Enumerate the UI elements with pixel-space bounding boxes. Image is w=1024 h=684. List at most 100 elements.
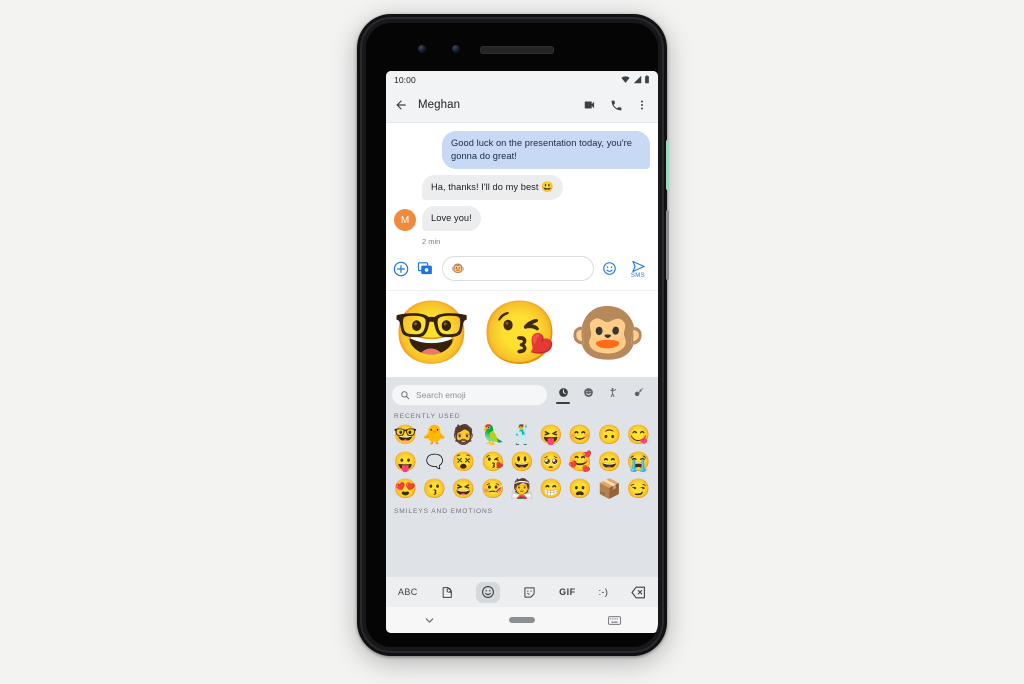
contact-name-title: Meghan xyxy=(418,99,461,111)
sticker-tab-icon-glyph xyxy=(524,586,535,598)
emoji-cell[interactable]: 🦜 xyxy=(479,423,506,448)
nerd-face-sleepy-sticker[interactable]: 🤓 xyxy=(388,303,476,365)
emoji-tab-icon[interactable] xyxy=(476,581,501,603)
emoji-cell[interactable]: 😘 xyxy=(479,450,506,475)
emoji-cell[interactable]: 🗨 xyxy=(421,450,448,475)
tab-food-drink[interactable] xyxy=(656,387,658,404)
message-bubble-incoming-2[interactable]: Love you! xyxy=(422,206,481,231)
emoji-cell[interactable]: 🤓 xyxy=(392,423,419,448)
emoji-cell[interactable]: 🧔 xyxy=(450,423,477,448)
emoji-row[interactable]: 😍 😗 😆 🤒 👰 😁 😦 📦 😏 xyxy=(390,477,654,502)
emoji-cell[interactable]: 😛 xyxy=(392,450,419,475)
emoji-cell[interactable]: 🙃 xyxy=(596,423,623,448)
front-camera-1-icon xyxy=(418,45,426,53)
screenshot-canvas: 10:00 Meghan Good luck on the presentati… xyxy=(0,0,1024,684)
volume-rocker-button[interactable] xyxy=(666,210,669,280)
emoji-icon[interactable] xyxy=(602,261,617,276)
back-arrow-icon[interactable] xyxy=(394,98,408,112)
keyboard-bottom-toolbar: ABC GIF:-) xyxy=(386,577,658,607)
send-icon[interactable] xyxy=(630,259,647,274)
message-row-incoming[interactable]: Ha, thanks! I'll do my best 😃 xyxy=(394,175,650,200)
video-call-icon[interactable] xyxy=(583,98,597,112)
tab-people[interactable] xyxy=(606,387,620,404)
emoji-cell[interactable]: 😗 xyxy=(421,477,448,502)
emoji-cell[interactable]: 🤒 xyxy=(479,477,506,502)
emoji-tab-icon-glyph xyxy=(482,586,495,598)
emoji-row[interactable]: 🤓 🐥 🧔 🦜 🕺 😝 😊 🙃 😋 xyxy=(390,423,654,448)
app-bar-actions xyxy=(583,98,648,112)
avatar[interactable]: M xyxy=(394,209,416,231)
message-timestamp: 2 min xyxy=(422,237,441,246)
animal-plant-icon xyxy=(634,387,643,396)
person-icon xyxy=(609,387,616,397)
earpiece-speaker xyxy=(480,46,554,54)
emoji-grid[interactable]: 🤓 🐥 🧔 🦜 🕺 😝 😊 🙃 😋 😛 🗨 😵 😘 😃 🥺 🥰 😄 😭 😍 😗 … xyxy=(386,423,658,504)
phone-device-frame: 10:00 Meghan Good luck on the presentati… xyxy=(357,14,669,656)
sticker-search-icon[interactable] xyxy=(441,586,454,599)
emoji-cell[interactable]: 🥺 xyxy=(538,450,565,475)
emoji-cell[interactable]: 😵 xyxy=(450,450,477,475)
emoji-cell[interactable]: 🐥 xyxy=(421,423,448,448)
emoji-row[interactable]: 😛 🗨 😵 😘 😃 🥺 🥰 😄 😭 xyxy=(390,450,654,475)
image-picker-icon[interactable] xyxy=(417,260,434,277)
add-circle-icon[interactable] xyxy=(393,261,409,277)
emoji-cell[interactable]: 😍 xyxy=(392,477,419,502)
gif-key[interactable]: GIF xyxy=(559,587,576,597)
backspace-key[interactable] xyxy=(631,586,646,599)
emoji-cell[interactable]: 😋 xyxy=(625,423,652,448)
emoji-cell[interactable]: 😊 xyxy=(567,423,594,448)
emoji-cell[interactable]: 😆 xyxy=(450,477,477,502)
front-camera-2-icon xyxy=(452,45,460,53)
message-bubble-outgoing[interactable]: Good luck on the presentation today, you… xyxy=(442,131,650,169)
system-navigation-bar xyxy=(386,607,658,633)
emoji-cell[interactable]: 😝 xyxy=(538,423,565,448)
message-list[interactable]: Good luck on the presentation today, you… xyxy=(386,123,658,252)
smiley-icon xyxy=(583,387,593,397)
message-row-incoming-with-avatar[interactable]: M Love you! xyxy=(394,206,650,231)
message-row-outgoing[interactable]: Good luck on the presentation today, you… xyxy=(394,131,650,169)
phone-screen: 10:00 Meghan Good luck on the presentati… xyxy=(386,71,658,633)
section-label-smileys: SMILEYS AND EMOTIONS xyxy=(394,508,493,515)
emoji-cell[interactable]: 🕺 xyxy=(509,423,536,448)
food-drink-icon xyxy=(658,387,659,398)
emoji-cell[interactable]: 👰 xyxy=(509,477,536,502)
monkey-nerd-sticker[interactable]: 🐵 xyxy=(564,303,652,365)
send-button-label: SMS xyxy=(630,272,646,279)
emoji-cell[interactable]: 😄 xyxy=(596,450,623,475)
more-options-icon[interactable] xyxy=(636,99,648,111)
status-bar-icons xyxy=(621,75,650,84)
wifi-icon xyxy=(621,76,630,83)
chevron-down-icon[interactable] xyxy=(423,614,436,627)
emoji-picker-header: Search emoji xyxy=(386,377,658,408)
phone-display-glass: 10:00 Meghan Good luck on the presentati… xyxy=(366,23,658,647)
tab-recent[interactable] xyxy=(556,387,570,404)
tab-animals-nature[interactable] xyxy=(631,387,645,404)
send-button[interactable]: SMS xyxy=(625,259,651,279)
emoji-cell[interactable]: 📦 xyxy=(596,477,623,502)
message-text: Ha, thanks! I'll do my best xyxy=(431,182,542,192)
emoji-cell[interactable]: 😏 xyxy=(625,477,652,502)
emoji-cell[interactable]: 😃 xyxy=(509,450,536,475)
emoji-picker-panel: Search emoji RECENTLY USED 🤓 🐥 🧔 🦜 🕺 😝 😊… xyxy=(386,377,658,577)
graduate-sticker-partial[interactable]: 🎓 xyxy=(652,303,658,365)
abc-key[interactable]: ABC xyxy=(398,587,418,597)
message-input-field[interactable]: 🐵 xyxy=(442,256,594,281)
power-button[interactable] xyxy=(666,140,669,190)
keyboard-icon[interactable] xyxy=(608,615,622,626)
emoji-cell[interactable]: 😦 xyxy=(567,477,594,502)
search-emoji-input[interactable]: Search emoji xyxy=(392,385,547,405)
sticker-search-icon-glyph xyxy=(442,586,452,598)
search-icon xyxy=(401,391,410,400)
tab-smileys[interactable] xyxy=(581,387,595,404)
phone-call-icon[interactable] xyxy=(610,99,623,112)
home-indicator[interactable] xyxy=(508,617,535,623)
emoji-category-tabs xyxy=(554,382,658,408)
emoji-cell[interactable]: 😭 xyxy=(625,450,652,475)
message-bubble-incoming[interactable]: Ha, thanks! I'll do my best 😃 xyxy=(422,175,563,200)
emoji-cell[interactable]: 😁 xyxy=(538,477,565,502)
sticker-tab-icon[interactable] xyxy=(523,586,536,599)
nerd-kissing-heart-sticker[interactable]: 😘 xyxy=(476,303,564,365)
emoji-cell[interactable]: 🥰 xyxy=(567,450,594,475)
kaomoji-key[interactable]: :-) xyxy=(599,587,609,598)
emoji-kitchen-suggestion-strip[interactable]: 🤓 😘 🐵 🎓 xyxy=(386,290,658,377)
